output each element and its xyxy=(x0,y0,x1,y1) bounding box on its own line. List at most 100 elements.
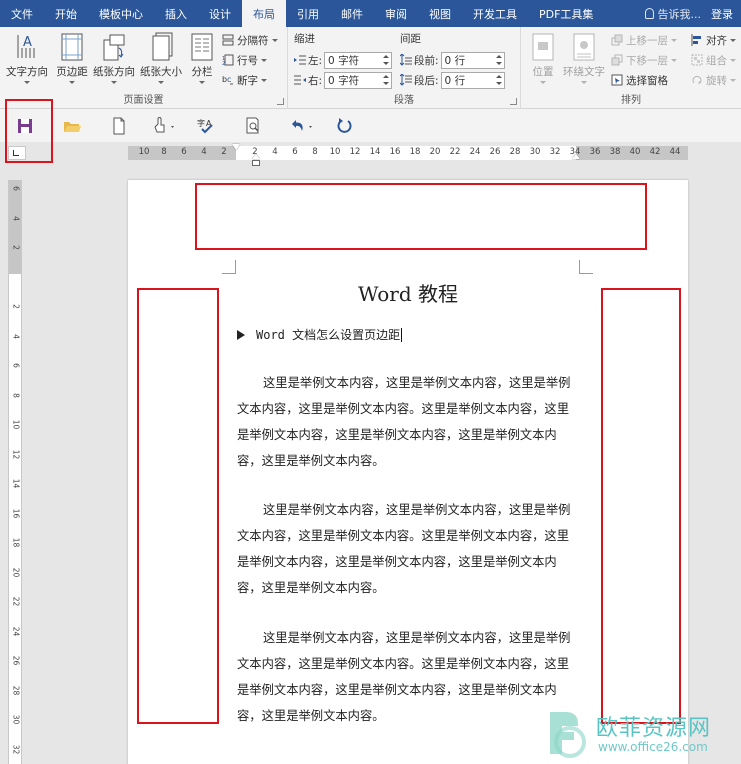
ruler-number: 8 xyxy=(161,147,167,157)
bring-forward-button[interactable]: 上移一层 xyxy=(611,31,677,49)
orientation-button[interactable]: 纸张方向 xyxy=(92,30,136,88)
ruler-number: 12 xyxy=(349,147,361,157)
paper-size-icon xyxy=(148,32,174,62)
highlight-save-area xyxy=(5,99,53,163)
spinner-arrows[interactable] xyxy=(381,53,391,68)
watermark-logo-icon xyxy=(550,712,586,758)
body-paragraph[interactable]: 这里是举例文本内容，这里是举例文本内容，这里是举例文本内容，这里是举例文本内容。… xyxy=(237,497,581,601)
chevron-down-icon xyxy=(261,78,267,82)
rotate-button[interactable]: 旋转 xyxy=(691,71,736,89)
ruler-number: 40 xyxy=(629,147,641,157)
indent-right-input[interactable]: 0 字符 xyxy=(324,71,393,89)
chevron-down-icon xyxy=(540,81,546,84)
wrap-text-label: 环绕文字 xyxy=(563,66,605,78)
new-document-icon xyxy=(113,117,125,135)
highlight-right-margin xyxy=(601,288,681,724)
spelling-button[interactable]: 字A xyxy=(196,116,216,136)
left-indent-marker[interactable] xyxy=(252,160,260,166)
login-button[interactable]: 登录 xyxy=(707,0,741,27)
crop-mark-top-left xyxy=(222,260,236,274)
tab-item[interactable]: 审阅 xyxy=(374,0,418,27)
align-button[interactable]: 对齐 xyxy=(691,31,736,49)
send-backward-button[interactable]: 下移一层 xyxy=(611,51,677,69)
print-preview-button[interactable] xyxy=(243,116,263,136)
spinner-arrows[interactable] xyxy=(381,73,391,88)
page-setup-group: A 文字方向 页边距 纸张方向 纸张大小 分栏 分隔符 1 2 行号 b c 断… xyxy=(0,27,288,109)
ruler-number: 44 xyxy=(669,147,681,157)
bullet-item[interactable]: Word 文档怎么设置页边距 xyxy=(237,326,403,343)
space-before-input[interactable]: 0 行 xyxy=(440,51,505,69)
svg-text:c: c xyxy=(227,75,231,84)
rotate-label: 旋转 xyxy=(706,74,727,87)
indent-heading: 缩进 xyxy=(294,33,315,45)
selection-pane-button[interactable]: 选择窗格 xyxy=(611,71,668,89)
indent-left-icon xyxy=(294,54,306,66)
tab-item[interactable]: 开始 xyxy=(44,0,88,27)
body-paragraph[interactable]: 这里是举例文本内容，这里是举例文本内容，这里是举例文本内容，这里是举例文本内容。… xyxy=(237,625,581,729)
print-preview-icon xyxy=(246,117,259,134)
tab-item[interactable]: 插入 xyxy=(154,0,198,27)
spelling-check-icon: 字A xyxy=(197,118,213,134)
first-line-indent-marker[interactable] xyxy=(232,144,240,150)
rotate-icon xyxy=(691,74,703,86)
chevron-down-icon xyxy=(158,81,164,84)
position-button[interactable]: 位置 xyxy=(527,30,559,88)
touch-mouse-icon xyxy=(154,117,174,133)
ruler-number: 4 xyxy=(11,333,21,339)
indent-right-control: 右: 0 字符 xyxy=(294,71,393,89)
indent-left-input[interactable]: 0 字符 xyxy=(324,51,393,69)
tab-item[interactable]: PDF工具集 xyxy=(528,0,604,27)
redo-button[interactable] xyxy=(334,116,354,136)
ruler-number: 16 xyxy=(389,147,401,157)
hyphenation-button[interactable]: bc 断字 xyxy=(222,71,267,89)
body-paragraph[interactable]: 这里是举例文本内容，这里是举例文本内容，这里是举例文本内容，这里是举例文本内容。… xyxy=(237,370,581,474)
page-setup-dialog-launcher[interactable] xyxy=(277,98,284,105)
line-numbers-icon: 12 xyxy=(222,54,234,67)
tab-item[interactable]: 设计 xyxy=(198,0,242,27)
ruler-number: 2 xyxy=(11,304,21,309)
highlight-left-margin xyxy=(137,288,219,724)
open-button[interactable] xyxy=(62,116,82,136)
tab-item[interactable]: 开发工具 xyxy=(462,0,528,27)
space-after-input[interactable]: 0 行 xyxy=(440,71,505,89)
text-direction-button[interactable]: A 文字方向 xyxy=(4,30,50,88)
ruler-number: 34 xyxy=(569,147,581,157)
tab-item[interactable]: 邮件 xyxy=(330,0,374,27)
tab-item[interactable]: 视图 xyxy=(418,0,462,27)
tab-spacer xyxy=(604,0,638,27)
undo-button[interactable] xyxy=(288,116,316,136)
columns-button[interactable]: 分栏 xyxy=(187,30,217,88)
send-backward-label: 下移一层 xyxy=(626,54,668,67)
tab-item[interactable]: 文件 xyxy=(0,0,44,27)
tab-item[interactable]: 布局 xyxy=(242,0,286,27)
tell-me-box[interactable]: 告诉我... xyxy=(639,0,708,27)
space-before-control: 段前: 0 行 xyxy=(399,51,505,69)
watermark-text: 欧菲资源网 xyxy=(596,716,712,741)
indent-right-label: 右: xyxy=(308,74,323,87)
ruler-number: 22 xyxy=(11,596,21,607)
horizontal-ruler[interactable]: 10 8 6 4 2 2 4 6 8 10 12 14 16 18 20 22 24 26 28 30 32 34 36 38… xyxy=(128,144,688,160)
line-numbers-button[interactable]: 12 行号 xyxy=(222,51,267,69)
wrap-text-button[interactable]: 环绕文字 xyxy=(561,30,607,88)
ruler-number: 38 xyxy=(609,147,621,157)
paper-size-button[interactable]: 纸张大小 xyxy=(139,30,183,88)
paragraph-dialog-launcher[interactable] xyxy=(510,98,517,105)
arrow-bullet-icon xyxy=(237,329,245,340)
tab-item[interactable]: 引用 xyxy=(286,0,330,27)
ruler-number: 26 xyxy=(489,147,501,157)
wrap-text-icon xyxy=(571,32,597,62)
ruler-number: 42 xyxy=(649,147,661,157)
new-document-button[interactable] xyxy=(109,116,129,136)
spinner-arrows[interactable] xyxy=(494,53,504,68)
margins-button[interactable]: 页边距 xyxy=(53,30,91,88)
vertical-ruler[interactable]: 6 4 2 2 4 6 8 10 12 14 16 18 20 22 24 26 28 30 32 xyxy=(8,180,22,764)
chevron-down-icon xyxy=(24,81,30,84)
tell-me-label: 告诉我... xyxy=(657,7,702,21)
breaks-button[interactable]: 分隔符 xyxy=(222,31,278,49)
tab-item[interactable]: 模板中心 xyxy=(88,0,154,27)
text-cursor xyxy=(401,327,403,342)
group-objects-button[interactable]: 组合 xyxy=(691,51,736,69)
touch-mode-button[interactable] xyxy=(152,116,178,136)
spinner-arrows[interactable] xyxy=(494,73,504,88)
selection-pane-label: 选择窗格 xyxy=(626,74,668,87)
